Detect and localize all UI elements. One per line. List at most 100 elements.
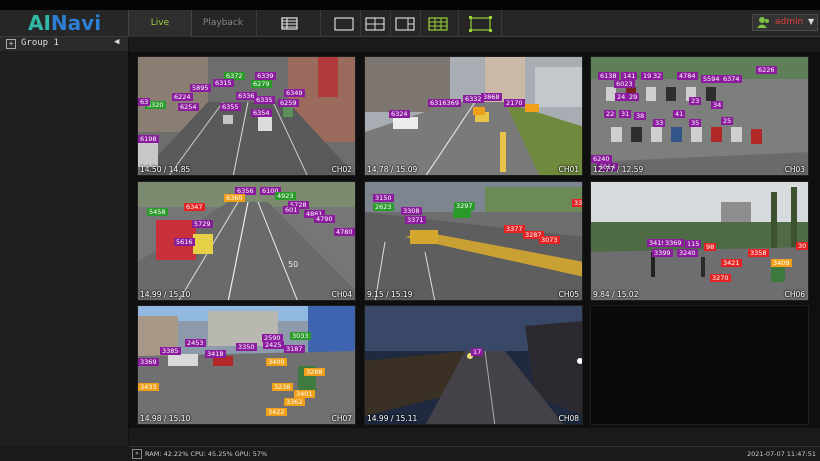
detection-label: 6339 — [255, 72, 276, 80]
detection-label: 6254 — [178, 103, 199, 111]
detection-label: 6355 — [220, 103, 241, 111]
detection-label: 3868 — [481, 93, 502, 101]
group-row[interactable]: + Group 1 ◀ — [0, 37, 128, 51]
detection-label: 3358 — [748, 249, 769, 257]
tab-live[interactable]: Live — [128, 10, 192, 37]
detection-label: 3187 — [284, 345, 305, 353]
channel-label: CH03 — [784, 165, 805, 174]
channel-label: CH05 — [558, 290, 579, 299]
camera-tile-ch02[interactable]: 6372 6339 6279 6349 6224 5895 6320 6254 … — [137, 56, 356, 176]
detection-label: 29 — [627, 93, 640, 101]
detection-label: 23 — [689, 97, 702, 105]
detection-label: 141 — [621, 72, 638, 80]
detection-label: 3362 — [284, 398, 305, 406]
detection-label: 3371 — [405, 216, 426, 224]
stream-readout: 12.77 / 12.59 — [593, 165, 644, 174]
detection-label: 5458 — [147, 208, 168, 216]
camera-tile-ch01[interactable]: 3868 6316369 6332 2170 6324 14.78 / 15.0… — [364, 56, 583, 176]
layout-9-button[interactable] — [420, 10, 459, 37]
detection-label: 34 — [711, 101, 724, 109]
list-view-button[interactable] — [256, 10, 321, 37]
detection-label: 2453 — [185, 339, 206, 347]
channel-label: CH01 — [558, 165, 579, 174]
group-label: Group 1 — [21, 38, 59, 48]
layout-6-button[interactable] — [390, 10, 421, 37]
detection-label: 4780 — [334, 228, 355, 236]
detection-label: 3288 — [304, 368, 325, 376]
detection-label: 41 — [673, 110, 686, 118]
detection-label: 6279 — [251, 80, 272, 88]
detection-label: 6240 — [591, 155, 612, 163]
user-name: admin — [775, 17, 804, 27]
detection-label: 6198 — [138, 135, 159, 143]
detection-label: 3422 — [266, 408, 287, 416]
channel-label: CH06 — [784, 290, 805, 299]
channel-label: CH07 — [331, 414, 352, 423]
camera-tile-ch07[interactable]: 2590 3033 2453 2425 3385 3350 3187 3418 … — [137, 305, 356, 425]
detection-label: 25 — [721, 117, 734, 125]
top-strip — [0, 0, 820, 10]
stream-readout: 14.50 / 14.85 — [140, 165, 191, 174]
camera-feed-ch07 — [138, 306, 355, 424]
detection-label: 115 — [685, 240, 702, 248]
fullscreen-icon — [469, 16, 492, 32]
camera-tile-ch04[interactable]: 50 6356 6100 6360 4923 6347 5728 5458 48… — [137, 181, 356, 301]
stream-readout: 14.98 / 15.10 — [140, 414, 191, 423]
detection-label: 63 — [138, 98, 151, 106]
detection-label: 3409 — [771, 259, 792, 267]
nine-view-icon — [428, 17, 448, 31]
detection-label: 3401 — [294, 390, 315, 398]
fullscreen-button[interactable] — [458, 10, 502, 37]
sidebar — [0, 37, 129, 446]
detection-label: 6349 — [284, 89, 305, 97]
detection-label: 6332 — [463, 95, 484, 103]
detection-label: 22 — [604, 110, 617, 118]
detection-label: 3150 — [373, 194, 394, 202]
detection-label: 6023 — [614, 80, 635, 88]
detection-label: 24 — [615, 93, 628, 101]
camera-tile-ch03[interactable]: 6138 141 196 32 4784 5594 6374 6226 6023… — [590, 56, 809, 176]
detection-label: 3377 — [504, 225, 525, 233]
camera-tile-empty[interactable] — [590, 305, 809, 425]
expand-icon[interactable]: » — [132, 449, 142, 459]
single-view-icon — [334, 17, 354, 31]
detection-label: 3073 — [539, 236, 560, 244]
detection-label: 6259 — [278, 99, 299, 107]
detection-label: 3350 — [236, 343, 257, 351]
detection-label: 5895 — [190, 84, 211, 92]
status-datetime: 2021-07-07 11:47:51 — [746, 450, 816, 458]
detection-label: 3369 — [138, 358, 159, 366]
camera-tile-ch05[interactable]: 3150 3297 330 2623 3308 3371 3377 3287 3… — [364, 181, 583, 301]
tab-playback[interactable]: Playback — [190, 10, 256, 37]
expand-icon[interactable]: + — [6, 39, 16, 49]
camera-tile-ch06[interactable]: 3419 3369 115 3399 3240 3358 3421 3409 3… — [590, 181, 809, 301]
detection-label: 3369 — [663, 239, 684, 247]
detection-label: 6224 — [172, 93, 193, 101]
detection-label: 2170 — [504, 99, 525, 107]
stream-readout: 14.99 / 15.11 — [367, 414, 418, 423]
detection-marker — [453, 210, 471, 218]
detection-label: 6374 — [721, 75, 742, 83]
detection-label: 6360 — [224, 194, 245, 202]
detection-label: 6324 — [389, 110, 410, 118]
detection-label: 32 — [651, 72, 664, 80]
detection-label: 3385 — [160, 347, 181, 355]
detection-label: 3399 — [652, 249, 673, 257]
user-menu[interactable]: admin ▼ — [752, 14, 818, 31]
collapse-sidebar-icon[interactable]: ◀ — [114, 37, 119, 47]
detection-label: 601 — [283, 206, 300, 214]
layout-4-button[interactable] — [360, 10, 391, 37]
detection-marker — [473, 107, 485, 115]
user-icon — [757, 17, 769, 28]
camera-tile-ch08[interactable]: 17 14.99 / 15.11 CH08 — [364, 305, 583, 425]
layout-1-button[interactable] — [320, 10, 361, 37]
detection-label: 6315 — [213, 79, 234, 87]
camera-grid: 6372 6339 6279 6349 6224 5895 6320 6254 … — [128, 52, 820, 428]
svg-text:50: 50 — [288, 260, 298, 269]
detection-label: 6335 — [254, 96, 275, 104]
detection-label: 4790 — [314, 215, 335, 223]
camera-feed-ch02 — [138, 57, 355, 175]
detection-label: 5729 — [192, 220, 213, 228]
detection-label: 98 — [704, 243, 717, 251]
detection-label: 38 — [634, 112, 647, 120]
